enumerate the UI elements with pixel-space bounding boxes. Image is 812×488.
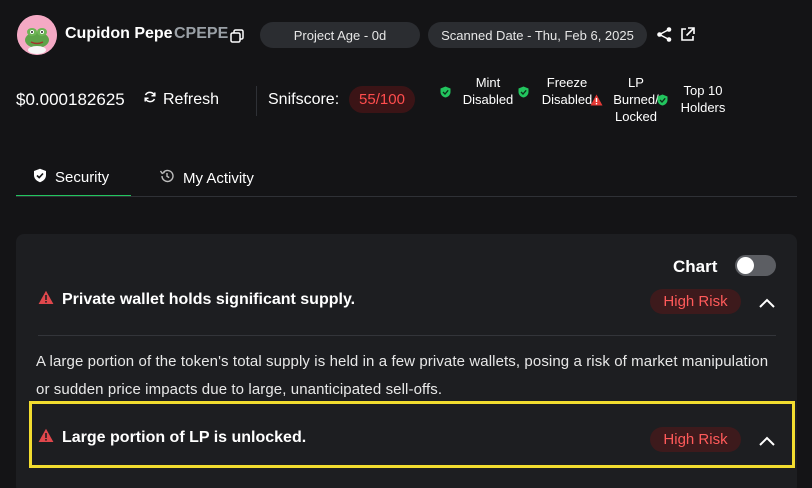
stats-divider: [256, 86, 257, 116]
warning-icon: [38, 428, 54, 448]
refresh-button[interactable]: Refresh: [143, 90, 219, 109]
flag-lp-line1: LP: [628, 75, 644, 90]
flag-freeze-line1: Freeze: [546, 75, 588, 90]
external-link-icon[interactable]: [679, 26, 696, 43]
flag-freeze-line2: Disabled: [541, 92, 593, 107]
flag-lp: LP Burned/ Locked: [608, 74, 664, 125]
risk-item-private-wallet[interactable]: Private wallet holds significant supply.: [38, 290, 355, 310]
chart-toggle[interactable]: [735, 255, 776, 276]
tabs-divider: [16, 196, 797, 197]
token-avatar: [17, 15, 57, 55]
flag-lp-line3: Locked: [615, 109, 657, 124]
risk-badge: High Risk: [650, 427, 741, 452]
refresh-icon: [143, 90, 157, 109]
flag-mint-line1: Mint: [475, 75, 501, 90]
tab-my-activity-label: My Activity: [183, 169, 254, 187]
lp-warning-icon: [590, 93, 603, 106]
tab-security[interactable]: Security: [16, 159, 131, 197]
snifscore-label: Snifscore:: [268, 91, 340, 108]
share-icon[interactable]: [656, 26, 673, 43]
risk-divider: [38, 335, 776, 336]
risk-title: Private wallet holds significant supply.: [62, 291, 356, 308]
flag-top10-line2: Holders: [680, 100, 726, 115]
token-symbol: CPEPE: [174, 25, 229, 42]
flag-mint: Mint Disabled: [458, 74, 518, 108]
risk-badge: High Risk: [650, 289, 741, 314]
chart-toggle-knob: [737, 257, 754, 274]
refresh-label: Refresh: [163, 90, 220, 108]
flag-freeze: Freeze Disabled: [536, 74, 598, 108]
risk-description: A large portion of the token's total sup…: [36, 353, 769, 398]
history-icon: [159, 168, 175, 188]
freeze-check-icon: [518, 85, 529, 98]
tab-my-activity[interactable]: My Activity: [159, 159, 254, 197]
tab-security-label: Security: [55, 168, 110, 186]
snifscore-badge: 55/100: [349, 86, 415, 113]
flag-lp-line2: Burned/: [613, 92, 659, 107]
shield-icon: [33, 168, 47, 187]
flag-top10-line1: Top 10: [683, 83, 723, 98]
copy-icon[interactable]: [230, 29, 244, 43]
scanned-date-pill: Scanned Date - Thu, Feb 6, 2025: [428, 22, 647, 48]
risk-item-lp-unlocked[interactable]: Large portion of LP is unlocked.: [38, 428, 306, 448]
top10-check-icon: [657, 93, 668, 106]
mint-check-icon: [440, 85, 451, 98]
chevron-up-icon[interactable]: [758, 296, 776, 308]
token-price: $0.000182625: [16, 90, 125, 109]
flag-top10: Top 10 Holders: [674, 82, 732, 116]
project-age-pill: Project Age - 0d: [260, 22, 420, 48]
chevron-up-icon[interactable]: [758, 434, 776, 446]
warning-icon: [38, 290, 54, 310]
risk-title: Large portion of LP is unlocked.: [62, 429, 307, 446]
token-name: Cupidon Pepe: [65, 25, 173, 42]
flag-mint-line2: Disabled: [462, 92, 514, 107]
chart-toggle-label: Chart: [673, 257, 718, 276]
